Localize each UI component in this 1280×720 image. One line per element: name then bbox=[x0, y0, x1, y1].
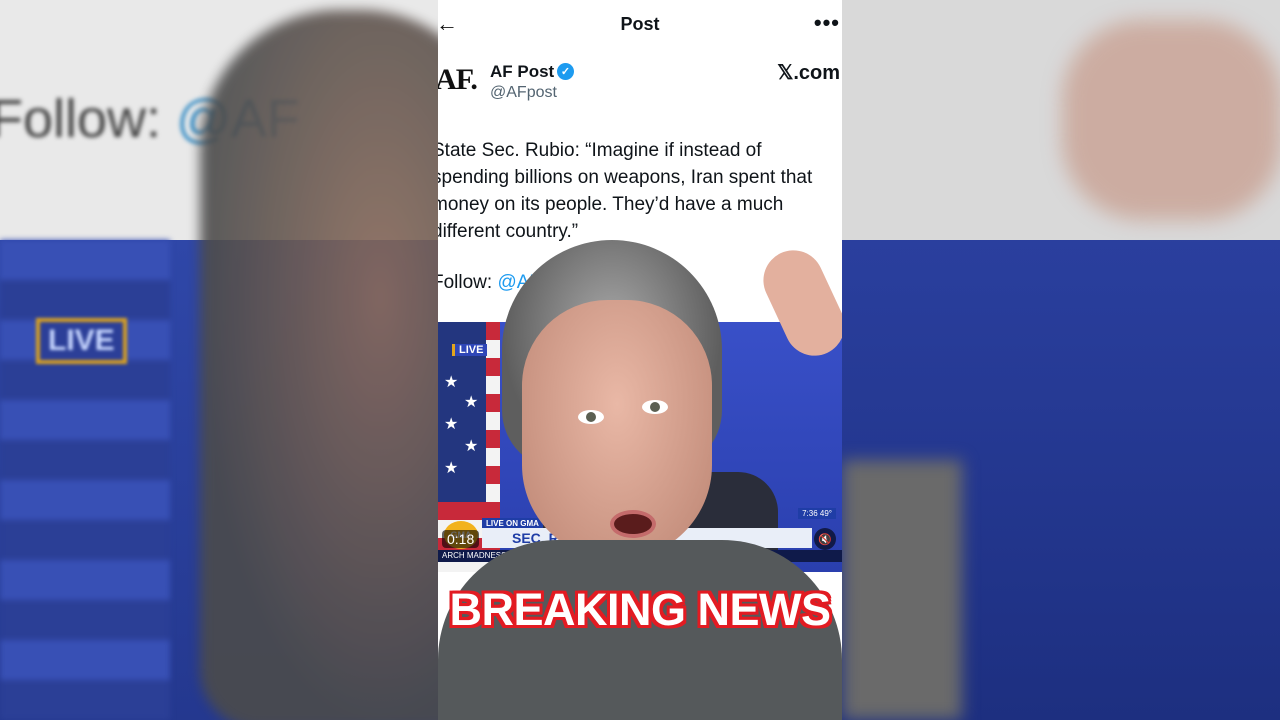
star-icon: ★ bbox=[464, 394, 479, 411]
presenter-face bbox=[522, 300, 712, 560]
more-horizontal-icon[interactable]: ••• bbox=[814, 10, 840, 36]
post-screenshot: ← Post ••• AF. AF Post ✓ @AFpost 𝕏.com S… bbox=[438, 0, 842, 720]
mute-icon[interactable]: 🔇 bbox=[814, 528, 836, 550]
star-icon: ★ bbox=[464, 438, 479, 455]
blurred-background-right bbox=[842, 0, 1280, 720]
mouth bbox=[610, 510, 656, 538]
eye bbox=[578, 410, 604, 424]
account-name[interactable]: AF Post bbox=[490, 62, 554, 82]
post-text: State Sec. Rubio: “Imagine if instead of… bbox=[438, 140, 818, 242]
presenter-overlay bbox=[438, 240, 842, 720]
verified-badge-icon: ✓ bbox=[557, 63, 574, 80]
star-icon: ★ bbox=[444, 374, 459, 391]
breaking-news-caption: BREAKING NEWS bbox=[449, 584, 831, 635]
live-badge: LIVE bbox=[452, 344, 488, 356]
blurred-live-badge: LIVE bbox=[36, 318, 127, 364]
blurred-shirt bbox=[842, 460, 962, 720]
blurred-background-left: Follow: @AF LIVE bbox=[0, 0, 438, 720]
blurred-flag bbox=[0, 240, 170, 720]
presenter-hand bbox=[753, 240, 842, 366]
page-title: Post bbox=[620, 14, 660, 34]
star-icon: ★ bbox=[444, 416, 459, 433]
blurred-hand bbox=[1062, 20, 1280, 220]
eye bbox=[642, 400, 668, 414]
follow-label: Follow: bbox=[438, 272, 498, 293]
post-header: ← Post ••• bbox=[438, 0, 842, 48]
x-logo-watermark: 𝕏.com bbox=[777, 62, 840, 84]
video-duration: 0:18 bbox=[442, 530, 480, 548]
avatar[interactable]: AF. bbox=[438, 56, 480, 104]
account-handle[interactable]: @AFpost bbox=[490, 84, 557, 102]
blurred-presenter-head bbox=[200, 10, 438, 720]
star-icon: ★ bbox=[444, 460, 459, 477]
